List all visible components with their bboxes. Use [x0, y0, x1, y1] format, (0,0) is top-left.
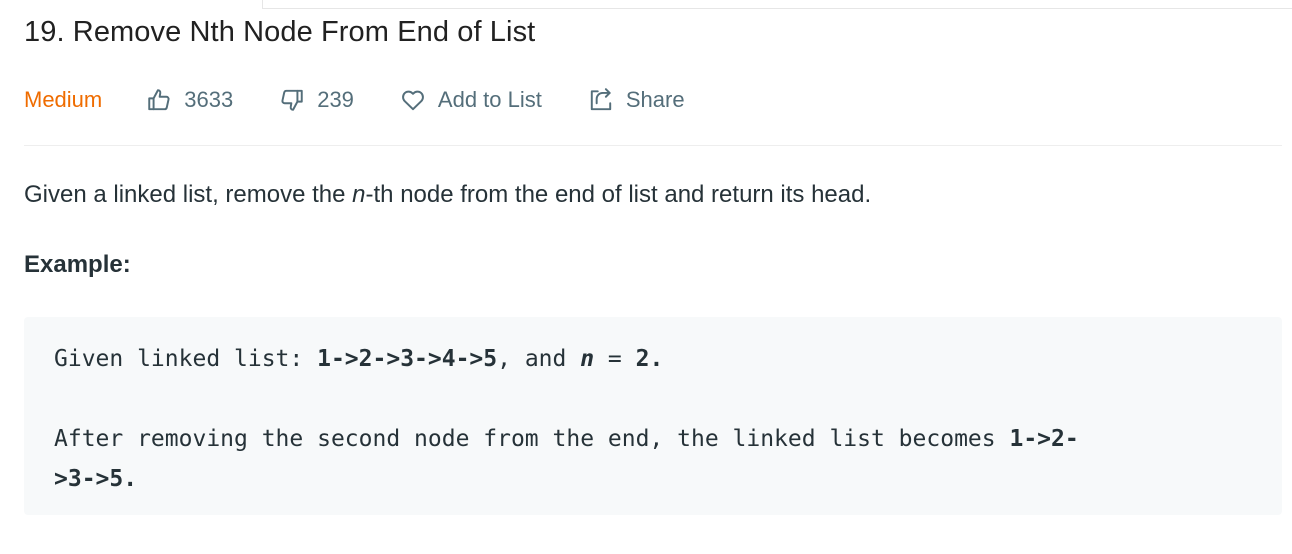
example-input-mid: , and [497, 346, 581, 372]
share-button[interactable]: Share [588, 87, 685, 113]
example-input-value: 2. [635, 346, 664, 372]
add-to-list-label: Add to List [437, 87, 542, 112]
problem-meta-row: Medium 3633 239 Add to List Share [24, 84, 731, 116]
share-icon [588, 87, 614, 113]
top-border [262, 8, 1292, 9]
example-output-prefix: After removing the second node from the … [54, 426, 1010, 452]
difficulty-label: Medium [24, 87, 103, 112]
example-output-line: After removing the second node from the … [54, 419, 1252, 459]
example-input-list: 1->2->3->4->5 [317, 346, 498, 372]
statement-suffix: -th node from the end of list and return… [365, 181, 872, 208]
dislikes-count: 239 [317, 87, 354, 112]
problem-title: 19. Remove Nth Node From End of List [24, 16, 536, 48]
example-output-continuation: >3->5. [54, 459, 1252, 499]
example-input-line: Given linked list: 1->2->3->4->5, and n … [54, 339, 1252, 379]
example-output-result-part1: 1->2- [1009, 426, 1079, 452]
thumbs-up-icon [146, 87, 172, 113]
example-input-prefix: Given linked list: [54, 346, 318, 372]
statement-variable: n [352, 181, 366, 208]
like-button[interactable]: 3633 [146, 87, 233, 113]
problem-statement: Given a linked list, remove the n-th nod… [24, 181, 871, 209]
statement-prefix: Given a linked list, remove the [24, 181, 353, 208]
example-output-result-part2: >3->5. [54, 466, 138, 492]
top-border-corner [262, 0, 263, 9]
example-code-block: Given linked list: 1->2->3->4->5, and n … [24, 317, 1282, 515]
add-to-list-button[interactable]: Add to List [400, 87, 542, 113]
example-input-equals: = [594, 346, 636, 372]
dislike-button[interactable]: 239 [279, 87, 354, 113]
share-label: Share [625, 87, 685, 112]
heart-icon [400, 87, 426, 113]
thumbs-down-icon [279, 87, 305, 113]
example-heading: Example: [24, 251, 131, 278]
likes-count: 3633 [184, 87, 234, 112]
header-divider [24, 145, 1282, 146]
example-input-variable: n [580, 346, 595, 372]
